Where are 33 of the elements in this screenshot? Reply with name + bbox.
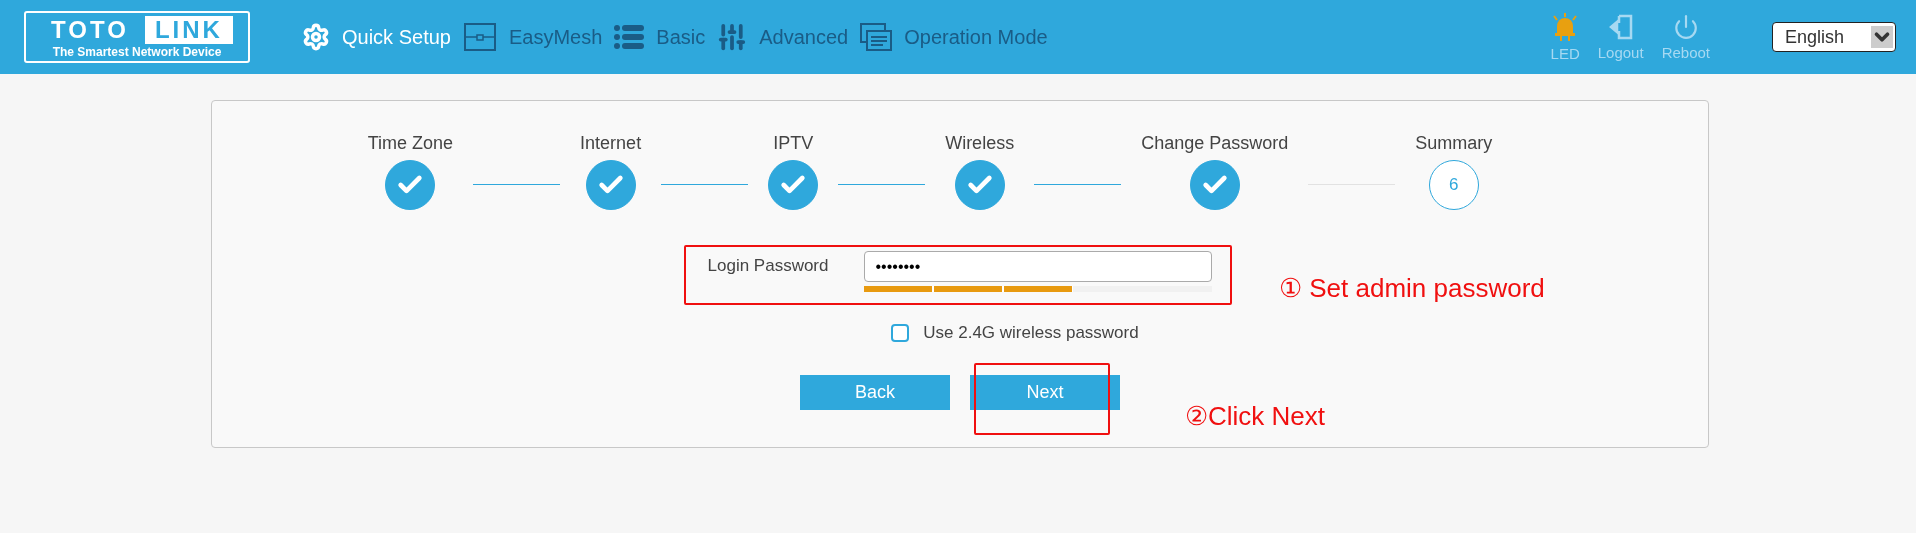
annotation-text: ① Set admin password	[1279, 273, 1545, 304]
step-label: Summary	[1415, 133, 1493, 154]
lamp-icon	[1552, 12, 1579, 41]
windows-icon	[860, 23, 893, 51]
logout-button[interactable]: Logout	[1597, 13, 1644, 61]
reboot-button[interactable]: Reboot	[1661, 13, 1710, 61]
field-label: Login Password	[707, 256, 829, 276]
language-select[interactable]: English	[1772, 22, 1896, 52]
step-label: Wireless	[945, 133, 1015, 154]
step-label: IPTV	[773, 133, 814, 154]
next-button[interactable]: Next	[970, 375, 1120, 410]
step-number: 6	[1428, 160, 1479, 210]
step-label: Internet	[580, 133, 642, 154]
nav-tab[interactable]: Basic	[614, 24, 706, 50]
checkbox[interactable]	[891, 324, 910, 342]
sliders-icon	[717, 22, 748, 52]
led-button[interactable]: LED	[1550, 12, 1580, 62]
list-icon	[614, 24, 645, 50]
nav-tab[interactable]: Quick Setup	[302, 23, 451, 51]
power-icon	[1672, 13, 1699, 40]
nav-tab[interactable]: EasyMesh	[462, 22, 603, 52]
logo: TOTO LINK The Smartest Network Device	[24, 11, 250, 63]
back-button[interactable]: Back	[800, 375, 950, 410]
annotation-text: ②Click Next	[1185, 401, 1325, 432]
nav-tab[interactable]: Operation Mode	[860, 23, 1048, 51]
checkbox-label: Use 2.4G wireless password	[923, 323, 1139, 343]
gear-icon	[302, 23, 330, 51]
step-label: Time Zone	[367, 133, 454, 154]
step-label: Change Password	[1141, 133, 1289, 154]
door-icon	[1608, 13, 1633, 40]
password-field[interactable]: ••••••••	[864, 251, 1213, 282]
box-icon	[462, 22, 497, 52]
nav-tab[interactable]: Advanced	[717, 22, 849, 52]
